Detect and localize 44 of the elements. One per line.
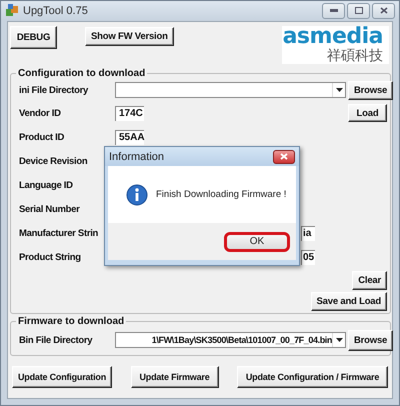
field-label: Language ID <box>19 180 74 190</box>
close-icon <box>380 7 388 14</box>
field-label: Vendor ID <box>19 108 62 118</box>
minimize-icon <box>330 9 338 12</box>
group-title: Configuration to download <box>17 68 146 79</box>
window-title: UpgTool 0.75 <box>23 4 89 16</box>
field-label: Product String <box>19 252 82 262</box>
clear-button[interactable]: Clear <box>352 271 387 290</box>
app-icon <box>5 4 19 17</box>
dropdown-icon <box>336 88 342 92</box>
group-title: Firmware to download <box>17 316 126 327</box>
maximize-button[interactable] <box>347 2 370 18</box>
maximize-icon <box>354 7 362 14</box>
update-firmware-button[interactable]: Update Firmware <box>130 366 218 388</box>
debug-button[interactable]: DEBUG <box>10 26 57 49</box>
input-field[interactable]: 174C <box>115 106 144 120</box>
show-fw-version-button[interactable]: Show FW Version <box>85 27 174 46</box>
field-label: Serial Number <box>19 204 81 214</box>
input-field[interactable]: 55AA <box>115 130 144 144</box>
dialog-message: Finish Downloading Firmware ! <box>156 189 286 200</box>
brand-subtitle: 祥碩科技 <box>327 48 383 64</box>
field-label: ini File Directory <box>19 84 90 96</box>
input-field[interactable]: ia <box>301 226 315 240</box>
ok-button[interactable]: OK <box>224 232 290 252</box>
browse-button[interactable]: Browse <box>348 330 394 350</box>
close-icon <box>280 153 288 160</box>
save-and-load-button[interactable]: Save and Load <box>310 292 387 311</box>
field-label: Bin File Directory <box>19 334 94 346</box>
brand-name: asmedia <box>282 26 383 48</box>
close-button[interactable] <box>372 2 395 18</box>
field-label: Manufacturer Strin <box>19 228 100 238</box>
dialog-title: Information <box>109 150 164 162</box>
info-icon <box>126 184 148 206</box>
directory-combo[interactable] <box>115 82 346 98</box>
close-button[interactable] <box>273 150 295 164</box>
field-label: Product ID <box>19 132 66 142</box>
browse-button[interactable]: Browse <box>348 80 394 100</box>
directory-combo[interactable]: 1\FW\1Bay\SK3500\Beta\101007_00_7F_04.bin <box>115 332 346 348</box>
dropdown-icon <box>336 338 342 342</box>
update-configuration-firmware-button[interactable]: Update Configuration / Firmware <box>237 366 388 388</box>
input-field[interactable]: 05 <box>301 250 315 264</box>
load-button[interactable]: Load <box>348 104 387 122</box>
update-configuration-button[interactable]: Update Configuration <box>12 366 112 388</box>
minimize-button[interactable] <box>322 2 345 18</box>
